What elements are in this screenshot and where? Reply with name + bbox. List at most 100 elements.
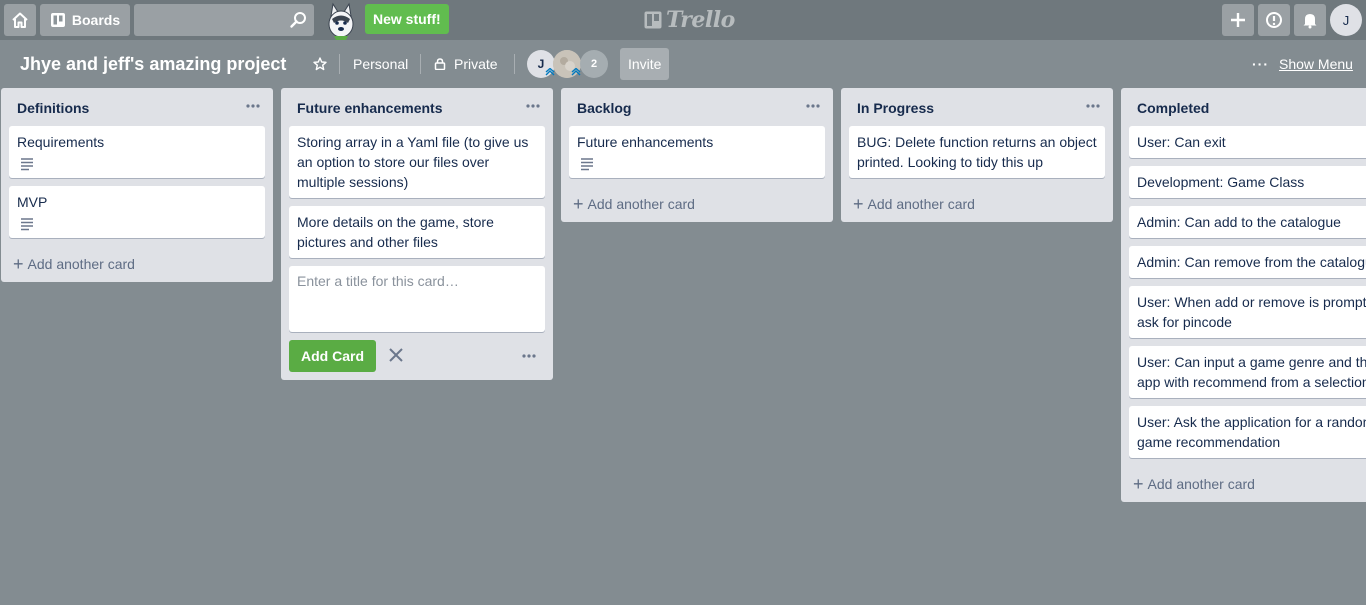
add-card-label: Add another card — [867, 196, 975, 212]
list-title[interactable]: Future enhancements — [297, 100, 442, 116]
card[interactable]: User: When add or remove is prompted, as… — [1129, 286, 1366, 338]
card-title: User: Can input a game genre and the app… — [1137, 354, 1366, 390]
card[interactable]: User: Can input a game genre and the app… — [1129, 346, 1366, 398]
header-divider — [514, 54, 515, 74]
star-icon — [313, 57, 327, 71]
list-title[interactable]: In Progress — [857, 100, 934, 116]
header-divider — [339, 54, 340, 74]
team-button[interactable]: Personal — [353, 48, 408, 80]
more-members-count[interactable]: 2 — [580, 50, 608, 78]
plus-icon: + — [853, 194, 864, 214]
search-input[interactable] — [134, 4, 314, 36]
more-dots-icon: ··· — [1252, 56, 1269, 72]
header-divider — [420, 54, 421, 74]
trello-logo-icon — [644, 11, 662, 29]
add-card-label: Add another card — [1147, 476, 1255, 492]
list-header[interactable]: Completed — [1121, 88, 1366, 126]
list-header[interactable]: Definitions — [1, 88, 273, 126]
card-title: BUG: Delete function returns an object p… — [857, 134, 1097, 170]
list-menu-icon[interactable] — [1085, 98, 1101, 114]
list-completed: Completed User: Can exit Development: Ga… — [1121, 88, 1366, 502]
card[interactable]: MVP — [9, 186, 265, 238]
list-title[interactable]: Completed — [1137, 100, 1209, 116]
card-title: Requirements — [17, 134, 105, 150]
notifications-button[interactable] — [1294, 4, 1326, 36]
home-icon — [12, 12, 28, 28]
card-title: Future enhancements — [577, 134, 714, 150]
board-title[interactable]: Jhye and jeff's amazing project — [10, 48, 296, 80]
list-menu-icon[interactable] — [245, 98, 261, 114]
list-menu-icon[interactable] — [805, 98, 821, 114]
add-card-submit-button[interactable]: Add Card — [289, 340, 376, 372]
lock-icon — [434, 58, 446, 70]
card[interactable]: User: Ask the application for a random g… — [1129, 406, 1366, 458]
add-card-button[interactable]: + Add another card — [5, 246, 269, 282]
card-title: User: Can exit — [1137, 134, 1226, 150]
visibility-label: Private — [454, 56, 498, 72]
card[interactable]: Admin: Can remove from the catalogue — [1129, 246, 1366, 278]
top-navigation-bar: Boards New stuff! Trello J — [0, 0, 1366, 40]
bell-icon — [1303, 14, 1317, 29]
card[interactable]: User: Can exit — [1129, 126, 1366, 158]
trello-logo[interactable]: Trello — [644, 7, 735, 33]
boards-button[interactable]: Boards — [40, 4, 130, 36]
card[interactable]: Requirements — [9, 126, 265, 178]
card-title: Storing array in a Yaml file (to give us… — [297, 134, 529, 190]
visibility-button[interactable]: Private — [434, 48, 498, 80]
user-avatar[interactable]: J — [1330, 4, 1362, 36]
create-button[interactable] — [1222, 4, 1254, 36]
list-title[interactable]: Definitions — [17, 100, 89, 116]
boards-label: Boards — [71, 12, 121, 28]
composer-options-icon[interactable] — [521, 348, 537, 364]
list-future-enhancements: Future enhancements Storing array in a Y… — [281, 88, 553, 380]
list-in-progress: In Progress BUG: Delete function returns… — [841, 88, 1113, 222]
card[interactable]: More details on the game, store pictures… — [289, 206, 545, 258]
list-title[interactable]: Backlog — [577, 100, 631, 116]
info-icon — [1266, 12, 1282, 28]
description-icon — [581, 158, 593, 171]
add-card-button[interactable]: + Add another card — [1125, 466, 1362, 502]
boards-icon — [50, 13, 65, 27]
card-title: Admin: Can remove from the catalogue — [1137, 254, 1366, 270]
invite-button[interactable]: Invite — [620, 48, 670, 80]
logo-text: Trello — [666, 7, 735, 33]
description-icon — [21, 158, 33, 171]
taco-mascot-icon[interactable] — [322, 2, 360, 40]
plus-icon — [1231, 13, 1245, 27]
add-card-button[interactable]: + Add another card — [845, 186, 1109, 222]
card-title: MVP — [17, 194, 48, 210]
list-header[interactable]: Future enhancements — [281, 88, 553, 126]
card[interactable]: Admin: Can add to the catalogue — [1129, 206, 1366, 238]
card-title: User: Ask the application for a random g… — [1137, 414, 1366, 450]
search-icon[interactable] — [288, 10, 308, 30]
card[interactable]: Future enhancements — [569, 126, 825, 178]
close-icon[interactable] — [387, 346, 405, 364]
plus-icon: + — [573, 194, 584, 214]
list-definitions: Definitions Requirements MVP + Add anoth… — [1, 88, 273, 282]
new-stuff-button[interactable]: New stuff! — [365, 4, 449, 34]
plus-icon: + — [1133, 474, 1144, 494]
description-icon — [21, 218, 33, 231]
show-menu-label: Show Menu — [1279, 56, 1353, 72]
card-title: More details on the game, store pictures… — [297, 214, 494, 250]
card-title: Admin: Can add to the catalogue — [1137, 214, 1341, 230]
add-card-label: Add another card — [587, 196, 695, 212]
admin-badge-icon — [571, 68, 581, 76]
home-button[interactable] — [4, 4, 36, 36]
add-card-label: Add another card — [27, 256, 135, 272]
card-title: Development: Game Class — [1137, 174, 1305, 190]
card[interactable]: Development: Game Class — [1129, 166, 1366, 198]
composer-controls: Add Card — [281, 332, 553, 380]
list-menu-icon[interactable] — [525, 98, 541, 114]
information-button[interactable] — [1258, 4, 1290, 36]
list-header[interactable]: Backlog — [561, 88, 833, 126]
list-backlog: Backlog Future enhancements + Add anothe… — [561, 88, 833, 222]
card-title: User: When add or remove is prompted, as… — [1137, 294, 1366, 330]
list-header[interactable]: In Progress — [841, 88, 1113, 126]
card[interactable]: Storing array in a Yaml file (to give us… — [289, 126, 545, 198]
add-card-button[interactable]: + Add another card — [565, 186, 829, 222]
star-board-button[interactable] — [306, 48, 334, 80]
card-title-input[interactable] — [297, 273, 537, 325]
card[interactable]: BUG: Delete function returns an object p… — [849, 126, 1105, 178]
show-menu-button[interactable]: ··· Show Menu — [1252, 48, 1353, 80]
